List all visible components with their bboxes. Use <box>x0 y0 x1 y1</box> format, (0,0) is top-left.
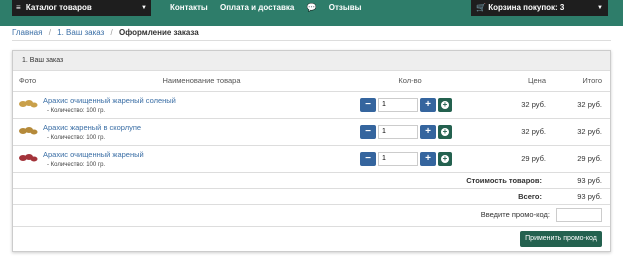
decrease-quantity-button[interactable]: − <box>360 124 376 139</box>
table-row: Арахис жареный в скорлупе - Количество: … <box>13 118 610 146</box>
product-image[interactable] <box>18 152 38 164</box>
price-cell: 32 руб. <box>460 91 550 119</box>
chevron-down-icon: ▼ <box>141 5 147 11</box>
promo-label: Введите промо-код: <box>480 209 550 219</box>
price-cell: 29 руб. <box>460 145 550 173</box>
goods-cost-row: Стоимость товаров: 93 руб. <box>13 172 610 189</box>
qty-cell: − + + <box>360 118 460 146</box>
menu-icon: ≡ <box>16 3 21 12</box>
catalog-dropdown[interactable]: ≡ Каталог товаров ▼ <box>12 0 151 16</box>
update-quantity-button[interactable]: + <box>438 97 452 112</box>
qty-cell: − + + <box>360 145 460 173</box>
breadcrumb: Главная / 1. Ваш заказ / Оформление зака… <box>12 27 199 39</box>
product-qty-label: - Количество: 100 гр. <box>47 134 106 141</box>
goods-cost-label: Стоимость товаров: <box>13 172 550 189</box>
divider <box>12 40 611 41</box>
plus-circle-icon: + <box>441 153 449 163</box>
column-header-name: Наименование товара <box>43 71 360 92</box>
breadcrumb-home[interactable]: Главная <box>12 28 42 37</box>
order-table: Фото Наименование товара Кол-во Цена Ито… <box>13 71 610 227</box>
apply-promo-button[interactable]: Применить промо-код <box>520 231 602 247</box>
product-photo-cell <box>13 118 43 146</box>
decrease-quantity-button[interactable]: − <box>360 151 376 166</box>
grand-total-row: Всего: 93 руб. <box>13 188 610 205</box>
decrease-quantity-button[interactable]: − <box>360 97 376 112</box>
update-quantity-button[interactable]: + <box>438 151 452 166</box>
qty-cell: − + + <box>360 91 460 119</box>
quantity-input[interactable] <box>378 97 418 112</box>
increase-quantity-button[interactable]: + <box>420 97 436 112</box>
column-header-total: Итого <box>550 71 610 92</box>
quantity-input[interactable] <box>378 124 418 139</box>
product-qty-label: - Количество: 100 гр. <box>47 107 106 114</box>
table-header-row: Фото Наименование товара Кол-во Цена Ито… <box>13 71 610 92</box>
price-cell: 32 руб. <box>460 118 550 146</box>
order-panel-title: 1. Ваш заказ <box>13 51 610 71</box>
quantity-stepper: − + + <box>360 97 460 112</box>
comments-icon: 💬 <box>306 3 317 12</box>
promo-row: Введите промо-код: <box>13 204 610 227</box>
product-name-cell: Арахис жареный в скорлупе - Количество: … <box>43 118 360 146</box>
product-photo-cell <box>13 145 43 173</box>
breadcrumb-separator: / <box>48 28 51 37</box>
update-quantity-button[interactable]: + <box>438 124 452 139</box>
grand-total-label: Всего: <box>13 188 550 205</box>
cart-label: Корзина покупок: 3 <box>488 3 565 12</box>
product-name-cell: Арахис очищенный жареный - Количество: 1… <box>43 145 360 173</box>
header-band <box>0 16 623 26</box>
promo-code-input[interactable] <box>556 208 602 222</box>
quantity-input[interactable] <box>378 151 418 166</box>
cart-dropdown[interactable]: 🛒 Корзина покупок: 3 ▼ <box>471 0 608 16</box>
nav-link-reviews-label: Отзывы <box>328 3 362 12</box>
nav-link-contacts[interactable]: Контакты <box>170 3 208 12</box>
product-name-link[interactable]: Арахис очищенный жареный соленый <box>43 96 360 105</box>
product-qty-label: - Количество: 100 гр. <box>47 161 106 168</box>
nav-link-payment-delivery[interactable]: Оплата и доставка <box>220 3 294 12</box>
breadcrumb-current: Оформление заказа <box>119 28 199 37</box>
quantity-stepper: − + + <box>360 124 460 139</box>
product-name-link[interactable]: Арахис очищенный жареный <box>43 150 360 159</box>
chevron-down-icon: ▼ <box>597 5 603 11</box>
column-header-price: Цена <box>460 71 550 92</box>
total-cell: 29 руб. <box>550 145 610 173</box>
breadcrumb-order[interactable]: 1. Ваш заказ <box>57 28 104 37</box>
goods-cost-value: 93 руб. <box>550 172 610 189</box>
product-name-link[interactable]: Арахис жареный в скорлупе <box>43 123 360 132</box>
plus-circle-icon: + <box>441 99 449 109</box>
cart-icon: 🛒 <box>476 3 486 12</box>
product-image[interactable] <box>18 98 38 110</box>
breadcrumb-separator: / <box>110 28 113 37</box>
total-cell: 32 руб. <box>550 91 610 119</box>
product-name-cell: Арахис очищенный жареный соленый - Колич… <box>43 91 360 119</box>
catalog-label: Каталог товаров <box>25 3 92 12</box>
increase-quantity-button[interactable]: + <box>420 124 436 139</box>
column-header-qty: Кол-во <box>360 71 460 92</box>
top-navigation: ≡ Каталог товаров ▼ Контакты Оплата и до… <box>0 0 623 16</box>
product-photo-cell <box>13 91 43 119</box>
nav-link-reviews[interactable]: 💬 Отзывы <box>307 3 372 12</box>
total-cell: 32 руб. <box>550 118 610 146</box>
plus-circle-icon: + <box>441 126 449 136</box>
grand-total-value: 93 руб. <box>550 188 610 205</box>
increase-quantity-button[interactable]: + <box>420 151 436 166</box>
quantity-stepper: − + + <box>360 151 460 166</box>
order-panel: 1. Ваш заказ Фото Наименование товара Ко… <box>12 50 611 252</box>
table-row: Арахис очищенный жареный соленый - Колич… <box>13 91 610 119</box>
nav-links: Контакты Оплата и доставка 💬 Отзывы <box>170 0 381 16</box>
table-row: Арахис очищенный жареный - Количество: 1… <box>13 145 610 173</box>
column-header-photo: Фото <box>13 71 43 92</box>
product-image[interactable] <box>18 125 38 137</box>
